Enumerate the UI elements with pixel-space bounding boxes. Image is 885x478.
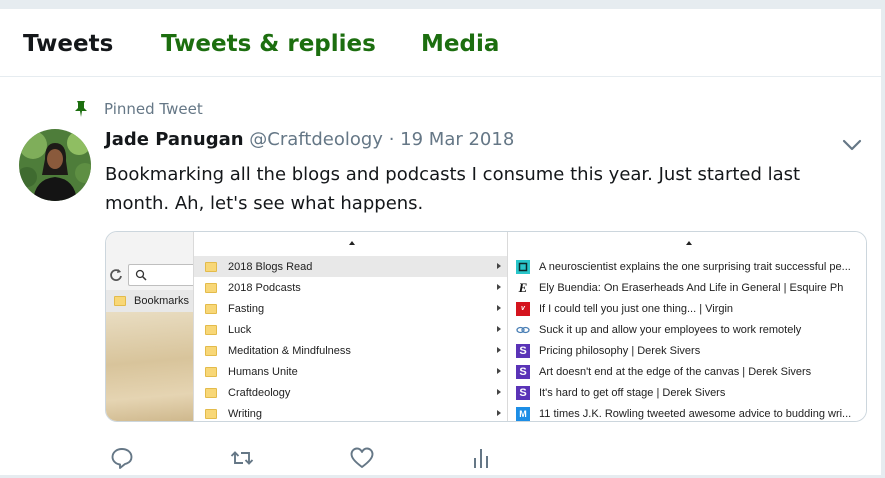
link-item: S Art doesn't end at the edge of the can…: [508, 361, 866, 382]
author-handle[interactable]: @Craftdeology: [249, 129, 383, 150]
pinned-label: Pinned Tweet: [104, 100, 203, 118]
folder-label: Meditation & Mindfulness: [228, 344, 351, 357]
folder-item: Fasting: [194, 298, 507, 319]
folder-label: Luck: [228, 323, 252, 336]
sivers-icon: S: [516, 364, 530, 379]
bookmarks-label: Bookmarks: [134, 295, 190, 307]
bookmarks-row: Bookmarks: [106, 290, 193, 312]
link-item: A neuroscientist explains the one surpri…: [508, 256, 866, 277]
sivers-icon: S: [516, 343, 530, 358]
link-label: If I could tell you just one thing... | …: [539, 302, 734, 315]
submenu-arrow-icon: [497, 284, 501, 290]
submenu-arrow-icon: [497, 347, 501, 353]
submenu-arrow-icon: [497, 263, 501, 269]
profile-timeline-card: Tweets Tweets & replies Media Pinned Twe…: [0, 9, 882, 475]
tweet-text: Bookmarking all the blogs and podcasts I…: [105, 164, 801, 214]
link-chain-icon: [516, 323, 530, 337]
folder-item: Craftdeology: [194, 382, 507, 403]
link-label: Art doesn't end at the edge of the canva…: [539, 365, 812, 378]
link-item: Suck it up and allow your employees to w…: [508, 319, 866, 340]
refresh-icon: [110, 269, 122, 281]
link-label: Suck it up and allow your employees to w…: [539, 323, 802, 336]
link-label: Pricing philosophy | Derek Sivers: [539, 344, 701, 357]
link-label: A neuroscientist explains the one surpri…: [539, 260, 851, 273]
browser-side-panel: Bookmarks: [106, 232, 194, 421]
link-item: E Ely Buendia: On Eraserheads And Life i…: [508, 277, 866, 298]
desktop-wallpaper: [106, 312, 193, 421]
tab-media[interactable]: Media: [421, 31, 499, 57]
folder-icon: [114, 296, 126, 306]
folder-icon: [205, 303, 217, 314]
folder-label: 2018 Podcasts: [228, 281, 301, 294]
submenu-arrow-icon: [497, 326, 501, 332]
folder-label: Fasting: [228, 302, 265, 315]
search-icon: [135, 269, 147, 281]
folder-icon: [205, 345, 217, 356]
link-item: S It's hard to get off stage | Derek Siv…: [508, 382, 866, 403]
analytics-icon[interactable]: [468, 445, 494, 471]
pin-icon: [75, 101, 87, 117]
quartz-icon: [516, 259, 530, 274]
header-separator: ·: [388, 129, 395, 150]
folder-item: 2018 Podcasts: [194, 277, 507, 298]
pinned-indicator: Pinned Tweet: [72, 99, 203, 119]
folder-item: Humans Unite: [194, 361, 507, 382]
link-label: It's hard to get off stage | Derek Siver…: [539, 386, 726, 399]
medium-icon: M: [516, 406, 530, 421]
link-item: v If I could tell you just one thing... …: [508, 298, 866, 319]
chevron-down-icon[interactable]: [841, 137, 863, 153]
browser-search-box: [128, 264, 193, 286]
link-label: Ely Buendia: On Eraserheads And Life in …: [539, 281, 844, 294]
profile-tabs: Tweets Tweets & replies Media: [0, 9, 881, 77]
folder-item: Luck: [194, 319, 507, 340]
folder-icon: [205, 282, 217, 293]
author-name[interactable]: Jade Panugan: [105, 129, 244, 150]
scroll-up-icon: [349, 241, 355, 245]
submenu-arrow-icon: [497, 368, 501, 374]
tab-tweets[interactable]: Tweets: [23, 31, 113, 57]
folder-icon: [205, 324, 217, 335]
like-heart-icon[interactable]: [349, 445, 375, 471]
submenu-arrow-icon: [497, 410, 501, 416]
folder-label: Humans Unite: [228, 365, 298, 378]
tweet-header: Jade Panugan @Craftdeology · 19 Mar 2018: [105, 129, 514, 150]
esquire-icon: E: [518, 279, 528, 295]
tweet-media-image[interactable]: Bookmarks 2018 Blogs Read 2018 Podcasts …: [105, 231, 867, 422]
folder-icon: [205, 261, 217, 272]
folder-icon: [205, 387, 217, 398]
link-item: S Pricing philosophy | Derek Sivers: [508, 340, 866, 361]
avatar[interactable]: [19, 129, 91, 201]
folder-item: Writing: [194, 403, 507, 421]
tab-tweets-and-replies[interactable]: Tweets & replies: [161, 31, 376, 57]
tweet-actions: [0, 445, 881, 471]
reply-icon[interactable]: [109, 445, 135, 471]
sivers-icon: S: [516, 385, 530, 400]
tweet-date[interactable]: 19 Mar 2018: [400, 129, 514, 150]
bookmark-link-menu: A neuroscientist explains the one surpri…: [508, 232, 866, 421]
folder-item: Meditation & Mindfulness: [194, 340, 507, 361]
link-label: 11 times J.K. Rowling tweeted awesome ad…: [539, 407, 852, 420]
submenu-arrow-icon: [497, 305, 501, 311]
link-item: M 11 times J.K. Rowling tweeted awesome …: [508, 403, 866, 421]
folder-item: 2018 Blogs Read: [194, 256, 507, 277]
bookmark-folder-menu: 2018 Blogs Read 2018 Podcasts Fasting Lu…: [194, 232, 508, 421]
avatar-photo: [19, 129, 91, 201]
virgin-icon: v: [516, 301, 530, 316]
folder-label: Craftdeology: [228, 386, 291, 399]
retweet-icon[interactable]: [229, 445, 255, 471]
folder-label: 2018 Blogs Read: [228, 260, 313, 273]
submenu-arrow-icon: [497, 389, 501, 395]
folder-icon: [205, 366, 217, 377]
scroll-up-icon: [686, 241, 692, 245]
folder-label: Writing: [228, 407, 263, 420]
folder-icon: [205, 408, 217, 419]
